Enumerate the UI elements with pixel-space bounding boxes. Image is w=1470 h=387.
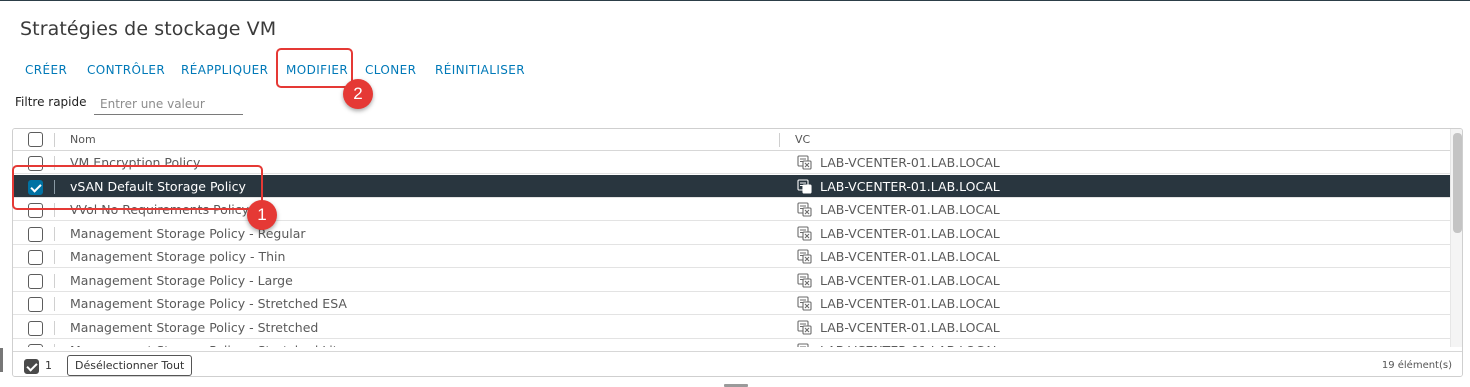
vcenter-policy-icon — [797, 249, 812, 264]
row-checkbox[interactable] — [28, 250, 43, 265]
vcenter-policy-icon — [797, 178, 812, 194]
row-divider — [54, 344, 55, 347]
quick-filter-label: Filtre rapide — [15, 95, 87, 109]
row-checkbox[interactable] — [28, 226, 43, 242]
selection-indicator-checkbox[interactable] — [24, 359, 39, 374]
vcenter-name: LAB-VCENTER-01.LAB.LOCAL — [820, 272, 1000, 288]
table-row[interactable]: Management Storage Policy - Large LAB-VCE… — [13, 268, 1450, 292]
vcenter-policy-icon — [797, 202, 812, 217]
row-checkbox[interactable] — [28, 273, 43, 289]
policy-name[interactable]: Management Storage Policy - Regular — [70, 226, 306, 241]
table-row[interactable]: Management Storage Policy - Stretched ES… — [13, 292, 1450, 315]
table-row[interactable]: Management Storage policy - Thin LAB-VCEN… — [13, 245, 1450, 268]
vcenter-policy-icon — [797, 225, 812, 241]
row-checkbox[interactable] — [28, 320, 43, 336]
table-row[interactable]: Management Storage Policy - Stretched Li… — [13, 339, 1450, 347]
row-divider — [54, 273, 55, 288]
policy-name[interactable]: Management Storage Policy - Stretched ES… — [70, 296, 347, 311]
selected-count: 1 — [45, 359, 52, 372]
create-button[interactable]: CRÉER — [25, 63, 67, 77]
vcenter-name: LAB-VCENTER-01.LAB.LOCAL — [820, 225, 1000, 241]
grid-footer: 1 Désélectionner Tout 19 élément(s) — [13, 351, 1462, 376]
row-divider — [54, 320, 55, 335]
vcenter-name: LAB-VCENTER-01.LAB.LOCAL — [820, 343, 1000, 347]
vcenter-name: LAB-VCENTER-01.LAB.LOCAL — [820, 155, 1000, 170]
row-divider — [54, 297, 55, 311]
annotation-highlight-edit — [276, 48, 353, 88]
scrollbar-thumb[interactable] — [1453, 133, 1462, 233]
table-row[interactable]: Management Storage Policy - Stretched LAB… — [13, 315, 1450, 339]
reapply-button[interactable]: RÉAPPLIQUER — [181, 63, 268, 77]
vcenter-policy-icon — [797, 296, 812, 311]
quick-filter-input[interactable] — [94, 93, 243, 115]
clone-button[interactable]: CLONER — [365, 63, 416, 77]
policy-name[interactable]: Management Storage Policy - Large — [70, 273, 293, 288]
column-divider — [54, 133, 55, 147]
vcenter-name: LAB-VCENTER-01.LAB.LOCAL — [820, 202, 1000, 217]
row-divider — [54, 250, 55, 264]
vcenter-policy-icon — [797, 343, 812, 347]
vcenter-name: LAB-VCENTER-01.LAB.LOCAL — [820, 249, 1000, 264]
policy-name[interactable]: Management Storage policy - Thin — [70, 249, 285, 264]
row-divider — [54, 226, 55, 241]
vcenter-policy-icon — [797, 319, 812, 335]
deselect-all-button[interactable]: Désélectionner Tout — [67, 355, 193, 376]
row-checkbox[interactable] — [28, 297, 43, 312]
reset-button[interactable]: RÉINITIALISER — [435, 63, 525, 77]
policy-name[interactable]: Management Storage Policy - Stretched Li… — [70, 343, 345, 347]
column-header-name[interactable]: Nom — [70, 133, 96, 146]
check-compliance-button[interactable]: CONTRÔLER — [87, 63, 165, 77]
left-edge-marker — [0, 348, 3, 372]
annotation-badge-step-2: 2 — [343, 79, 373, 109]
row-checkbox[interactable] — [28, 344, 43, 347]
grid-header: Nom VC — [13, 129, 1450, 151]
policy-name[interactable]: Management Storage Policy - Stretched — [70, 320, 318, 335]
top-border — [0, 0, 1470, 1]
column-resize-handle[interactable] — [779, 133, 780, 147]
item-count: 19 élément(s) — [1381, 360, 1452, 371]
page-title: Stratégies de stockage VM — [20, 18, 277, 40]
vcenter-name: LAB-VCENTER-01.LAB.LOCAL — [820, 178, 1000, 194]
select-all-checkbox[interactable] — [28, 132, 43, 147]
vertical-scrollbar[interactable] — [1450, 129, 1462, 347]
vcenter-policy-icon — [797, 272, 812, 288]
annotation-badge-step-1: 1 — [247, 200, 277, 230]
vcenter-policy-icon — [797, 155, 812, 170]
vcenter-name: LAB-VCENTER-01.LAB.LOCAL — [820, 296, 1000, 311]
annotation-highlight-row — [12, 165, 263, 210]
vcenter-name: LAB-VCENTER-01.LAB.LOCAL — [820, 319, 1000, 335]
column-header-vc[interactable]: VC — [795, 133, 810, 146]
table-row[interactable]: Management Storage Policy - Regular LAB-V… — [13, 221, 1450, 245]
